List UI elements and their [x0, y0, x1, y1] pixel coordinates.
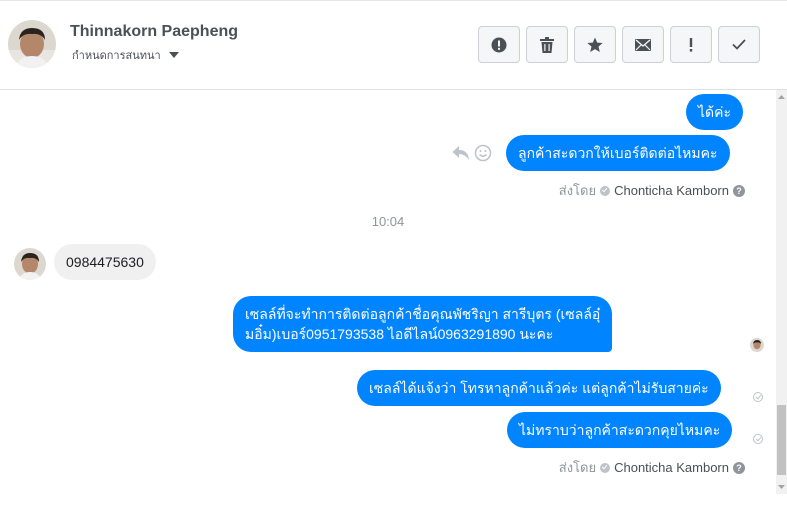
conversation-header: Thinnakorn Paepheng กำหนดการสนทนา: [0, 0, 787, 90]
top-divider: [0, 0, 787, 1]
sent-by-label: ส่งโดย Chonticha Kamborn ?: [559, 457, 745, 478]
conversation-toolbar: [478, 26, 760, 63]
mark-important-button[interactable]: [670, 26, 712, 63]
star-icon: [587, 37, 603, 52]
contact-name[interactable]: Thinnakorn Paepheng: [70, 23, 238, 41]
star-button[interactable]: [574, 26, 616, 63]
sent-by-prefix: ส่งโดย: [558, 183, 597, 198]
verified-check-icon: [600, 185, 611, 196]
sent-status-icon: [753, 434, 763, 444]
alert-circle-icon: [491, 37, 507, 52]
message-line: เซลล์ที่จะทำการติดต่อลูกค้าชื่อคุณพัชริญ…: [245, 306, 601, 322]
scroll-down-arrow-icon[interactable]: [776, 482, 787, 492]
sent-by-label: ส่งโดย Chonticha Kamborn ?: [559, 180, 745, 201]
incoming-message[interactable]: 0984475630: [54, 244, 156, 280]
message-line: มอิ๋ม)เบอร์0951793538 ไอดีไลน์0963291890…: [245, 326, 554, 342]
verified-check-icon: [600, 462, 611, 473]
seen-by-avatar: [750, 338, 764, 352]
sender-name[interactable]: Chonticha Kamborn: [614, 183, 729, 198]
trash-icon: [540, 36, 554, 53]
caret-down-icon: [168, 52, 179, 58]
message-timestamp: 10:04: [371, 214, 405, 229]
scroll-up-arrow-icon[interactable]: [776, 92, 787, 102]
checkmark-icon: [732, 39, 746, 50]
contact-avatar-small[interactable]: [14, 248, 46, 280]
sent-status-icon: [753, 392, 763, 402]
vertical-scrollbar[interactable]: [776, 90, 787, 494]
outgoing-message[interactable]: เซลล์ที่จะทำการติดต่อลูกค้าชื่อคุณพัชริญ…: [233, 296, 613, 352]
conversation-options-dropdown[interactable]: กำหนดการสนทนา: [72, 46, 179, 64]
outgoing-message[interactable]: ได้ค่ะ: [686, 94, 744, 130]
conversation-options-label: กำหนดการสนทนา: [72, 50, 161, 62]
envelope-icon: [635, 38, 651, 51]
sender-name[interactable]: Chonticha Kamborn: [614, 460, 729, 475]
help-icon[interactable]: ?: [733, 461, 745, 474]
outgoing-message[interactable]: ไม่ทราบว่าลูกค้าสะดวกคุยไหมคะ: [507, 412, 733, 448]
sent-by-prefix: ส่งโดย: [558, 460, 597, 475]
exclamation-icon: [689, 37, 693, 52]
mark-done-button[interactable]: [718, 26, 760, 63]
scrollbar-thumb[interactable]: [777, 405, 786, 475]
reply-icon[interactable]: [452, 145, 470, 161]
delete-button[interactable]: [526, 26, 568, 63]
message-actions: [452, 144, 492, 162]
outgoing-message[interactable]: ลูกค้าสะดวกให้เบอร์ติดต่อไหมคะ: [506, 135, 730, 171]
react-emoji-icon[interactable]: [474, 144, 492, 162]
contact-avatar[interactable]: [8, 20, 56, 68]
help-icon[interactable]: ?: [733, 184, 745, 197]
outgoing-message[interactable]: เซลล์ได้แจ้งว่า โทรหาลูกค้าแล้วค่ะ แต่ลู…: [357, 370, 721, 406]
mark-unread-button[interactable]: [622, 26, 664, 63]
report-button[interactable]: [478, 26, 520, 63]
